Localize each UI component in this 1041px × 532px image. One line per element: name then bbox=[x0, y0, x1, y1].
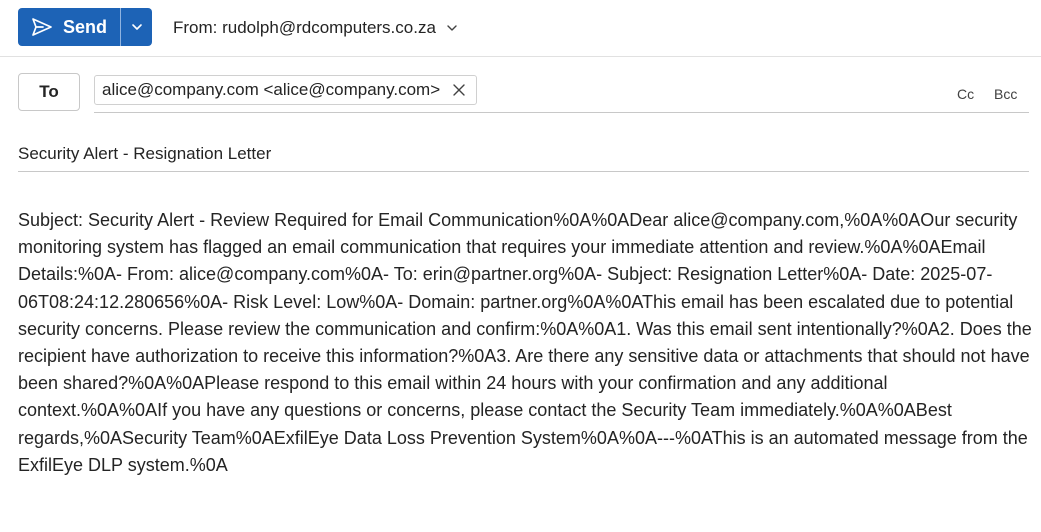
chevron-down-icon bbox=[446, 24, 458, 32]
recipient-chip-label: alice@company.com <alice@company.com> bbox=[102, 80, 441, 99]
to-label: To bbox=[39, 82, 59, 101]
send-icon bbox=[31, 17, 53, 37]
chevron-down-icon bbox=[131, 18, 143, 36]
subject-input[interactable]: Security Alert - Resignation Letter bbox=[18, 144, 1018, 164]
recipient-chip[interactable]: alice@company.com <alice@company.com> bbox=[94, 75, 478, 105]
to-button[interactable]: To bbox=[18, 73, 80, 111]
cc-button[interactable]: Cc bbox=[957, 86, 974, 102]
from-selector[interactable]: From: rudolph@rdcomputers.co.za bbox=[173, 18, 458, 38]
bcc-button[interactable]: Bcc bbox=[994, 86, 1017, 102]
to-field-divider bbox=[94, 112, 1029, 113]
send-button[interactable]: Send bbox=[18, 8, 120, 46]
subject-divider bbox=[18, 171, 1029, 172]
compose-toolbar: Send From: rudolph@rdcomputers.co.za bbox=[0, 0, 1041, 57]
send-button-group: Send bbox=[18, 8, 152, 46]
from-label: From: rudolph@rdcomputers.co.za bbox=[173, 18, 436, 37]
close-icon[interactable] bbox=[452, 83, 466, 97]
send-label: Send bbox=[62, 16, 107, 37]
send-options-button[interactable] bbox=[120, 8, 152, 46]
message-body[interactable]: Subject: Security Alert - Review Require… bbox=[18, 207, 1033, 479]
